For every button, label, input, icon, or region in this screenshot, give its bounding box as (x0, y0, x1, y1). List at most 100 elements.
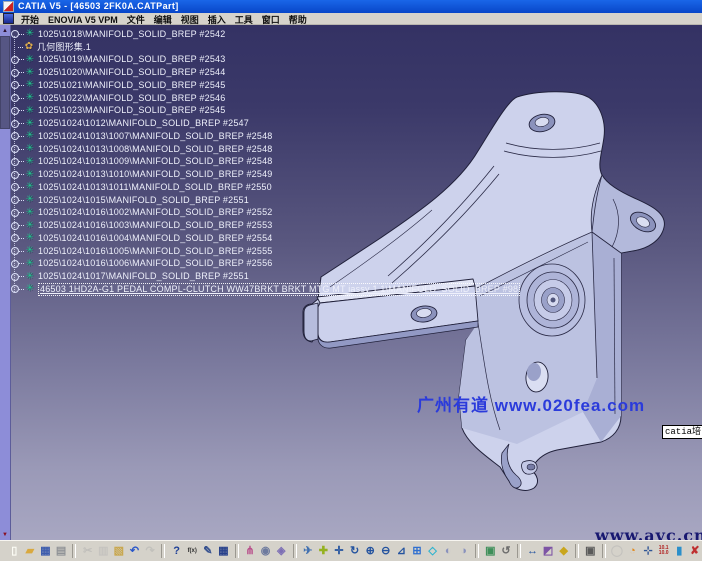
save-icon[interactable]: ▦ (38, 543, 53, 559)
tree-item[interactable]: ✳1025\1020\MANIFOLD_SOLID_BREP #2544 (10, 66, 520, 79)
scrollbar-thumb[interactable] (0, 36, 10, 129)
tree-item[interactable]: ✳1025\1018\MANIFOLD_SOLID_BREP #2542 (10, 28, 520, 41)
tree-item-label[interactable]: 1025\1019\MANIFOLD_SOLID_BREP #2543 (38, 54, 225, 65)
tree-node-toggle[interactable] (11, 81, 19, 89)
measure-between-icon[interactable]: ↔ (525, 543, 540, 559)
zoom-in-icon[interactable]: ⊕ (363, 543, 378, 559)
new-file-icon[interactable]: ▯ (7, 543, 22, 559)
tree-item-label[interactable]: 1025\1024\1013\1011\MANIFOLD_SOLID_BREP … (38, 182, 272, 193)
tree-item-label[interactable]: 1025\1024\1016\1002\MANIFOLD_SOLID_BREP … (38, 207, 272, 218)
shading-edges-icon[interactable]: ◑ (456, 543, 471, 559)
tree-item-label[interactable]: 1025\1024\1017\MANIFOLD_SOLID_BREP #2551 (38, 271, 249, 282)
tree-node-toggle[interactable] (11, 171, 19, 179)
menu-view[interactable]: 视图 (181, 15, 199, 25)
tree-node-toggle[interactable] (11, 145, 19, 153)
lock-icon[interactable]: ◆ (556, 543, 571, 559)
tree-node-toggle[interactable] (11, 132, 19, 140)
cut-icon[interactable]: ✂ (80, 543, 95, 559)
tree-item[interactable]: ✳1025\1024\1016\1006\MANIFOLD_SOLID_BREP… (10, 258, 520, 271)
copy-icon[interactable]: ▥ (96, 543, 111, 559)
tree-item[interactable]: ✳1025\1024\1013\1011\MANIFOLD_SOLID_BREP… (10, 181, 520, 194)
tree-node-toggle[interactable] (11, 30, 19, 38)
tree-node-toggle[interactable] (11, 196, 19, 204)
multi-view-icon[interactable]: ⊞ (410, 543, 425, 559)
knowledge-tools-icon[interactable]: ✘ (688, 543, 702, 559)
normal-view-icon[interactable]: ⊿ (394, 543, 409, 559)
print-icon[interactable]: ▤ (54, 543, 69, 559)
axis-system-icon[interactable]: ⊹ (641, 543, 656, 559)
tree-item[interactable]: ✳1025\1023\MANIFOLD_SOLID_BREP #2545 (10, 105, 520, 118)
tree-item-label[interactable]: 1025\1020\MANIFOLD_SOLID_BREP #2544 (38, 67, 225, 78)
tree-node-toggle[interactable] (11, 260, 19, 268)
tree-item-label[interactable]: 1025\1024\1016\1004\MANIFOLD_SOLID_BREP … (38, 233, 272, 244)
document-window-icon[interactable] (3, 13, 14, 24)
tree-item-label[interactable]: 1025\1018\MANIFOLD_SOLID_BREP #2542 (38, 29, 225, 40)
menu-insert[interactable]: 插入 (208, 15, 226, 25)
tree-node-toggle[interactable] (11, 222, 19, 230)
tree-item-label[interactable]: 1025\1024\1013\1008\MANIFOLD_SOLID_BREP … (38, 144, 272, 155)
fit-all-in-icon[interactable]: ✚ (316, 543, 331, 559)
tree-item[interactable]: ✳1025\1021\MANIFOLD_SOLID_BREP #2545 (10, 79, 520, 92)
tree-item[interactable]: ✳1025\1024\1016\1002\MANIFOLD_SOLID_BREP… (10, 207, 520, 220)
tree-node-toggle[interactable] (11, 120, 19, 128)
tree-item-label[interactable]: 1025\1024\1013\1007\MANIFOLD_SOLID_BREP … (38, 131, 272, 142)
tree-node-toggle[interactable] (11, 158, 19, 166)
menu-tools[interactable]: 工具 (235, 15, 253, 25)
menu-window[interactable]: 窗口 (262, 15, 280, 25)
pan-icon[interactable]: ✛ (332, 543, 347, 559)
product-structure-icon[interactable]: ⋔ (243, 543, 258, 559)
tree-item[interactable]: ✳1025\1024\1013\1009\MANIFOLD_SOLID_BREP… (10, 156, 520, 169)
tree-item-label[interactable]: 1025\1024\1016\1003\MANIFOLD_SOLID_BREP … (38, 220, 272, 231)
tree-item[interactable]: ✿几何图形集.1 (10, 41, 520, 54)
tree-item[interactable]: ✳1025\1024\1013\1010\MANIFOLD_SOLID_BREP… (10, 168, 520, 181)
formula-icon[interactable]: f(x) (185, 543, 200, 559)
menu-enovia-v5-vpm[interactable]: ENOVIA V5 VPM (48, 15, 118, 25)
whats-this-help-icon[interactable]: ? (169, 543, 184, 559)
tree-item-label[interactable]: 1025\1021\MANIFOLD_SOLID_BREP #2545 (38, 80, 225, 91)
scroll-down-arrow-icon[interactable]: ▼ (0, 529, 10, 540)
tree-node-toggle[interactable] (11, 234, 19, 242)
tree-item-label[interactable]: 1025\1023\MANIFOLD_SOLID_BREP #2545 (38, 105, 225, 116)
tree-item-label[interactable]: 46503 1HD2A-G1 PEDAL COMPL-CLUTCH WW47BR… (38, 283, 520, 296)
tree-node-toggle[interactable] (11, 209, 19, 217)
tree-item-label[interactable]: 1025\1024\1015\MANIFOLD_SOLID_BREP #2551 (38, 195, 249, 206)
redo-icon[interactable]: ↷ (143, 543, 158, 559)
menu-edit[interactable]: 编辑 (154, 15, 172, 25)
tree-item-label[interactable]: 1025\1024\1013\1009\MANIFOLD_SOLID_BREP … (38, 156, 272, 167)
menu-help[interactable]: 帮助 (289, 15, 307, 25)
tree-item[interactable]: ✳1025\1024\1016\1005\MANIFOLD_SOLID_BREP… (10, 245, 520, 258)
tree-node-toggle[interactable] (11, 56, 19, 64)
tree-node-toggle[interactable] (11, 94, 19, 102)
tree-item-label[interactable]: 1025\1024\1013\1010\MANIFOLD_SOLID_BREP … (38, 169, 272, 180)
tree-item[interactable]: ✳1025\1022\MANIFOLD_SOLID_BREP #2546 (10, 92, 520, 105)
tree-item-label[interactable]: 1025\1024\1012\MANIFOLD_SOLID_BREP #2547 (38, 118, 249, 129)
tree-item-label[interactable]: 几何图形集.1 (37, 42, 91, 53)
zoom-out-icon[interactable]: ⊖ (378, 543, 393, 559)
database-icon[interactable]: ▮ (672, 543, 687, 559)
iso-view-icon[interactable]: ◇ (425, 543, 440, 559)
open-folder-icon[interactable]: ▰ (23, 543, 38, 559)
refresh-icon[interactable]: ◯ (610, 543, 625, 559)
paste-icon[interactable]: ▧ (112, 543, 127, 559)
tree-item[interactable]: ✳1025\1024\1016\1003\MANIFOLD_SOLID_BREP… (10, 219, 520, 232)
tree-item-label[interactable]: 1025\1022\MANIFOLD_SOLID_BREP #2546 (38, 93, 225, 104)
tree-item[interactable]: ✳46503 1HD2A-G1 PEDAL COMPL-CLUTCH WW47B… (10, 283, 520, 296)
lock-link-icon[interactable]: ◉ (258, 543, 273, 559)
tree-node-toggle[interactable] (11, 247, 19, 255)
measure-item-icon[interactable]: ◩ (541, 543, 556, 559)
tree-node-toggle[interactable] (11, 69, 19, 77)
menu-start[interactable]: 开始 (21, 15, 39, 25)
turntable-icon[interactable]: ↺ (499, 543, 514, 559)
annotation-icon[interactable]: ✎ (201, 543, 216, 559)
rotate-icon[interactable]: ↻ (347, 543, 362, 559)
tree-item[interactable]: ✳1025\1019\MANIFOLD_SOLID_BREP #2543 (10, 54, 520, 67)
tree-node-toggle[interactable] (11, 183, 19, 191)
scroll-up-arrow-icon[interactable]: ▲ (0, 25, 10, 36)
tree-node-toggle[interactable] (11, 273, 19, 281)
undo-icon[interactable]: ↶ (127, 543, 142, 559)
3d-viewport[interactable]: ▲ ▼ ✳1025\1018\MANIFOLD_SOLID_BREP #2542… (0, 25, 702, 540)
shading-mode-icon[interactable]: ◐ (441, 543, 456, 559)
tree-item[interactable]: ✳1025\1024\1015\MANIFOLD_SOLID_BREP #255… (10, 194, 520, 207)
datum-table-icon[interactable]: ▦ (216, 543, 231, 559)
update-links-icon[interactable]: ◈ (274, 543, 289, 559)
